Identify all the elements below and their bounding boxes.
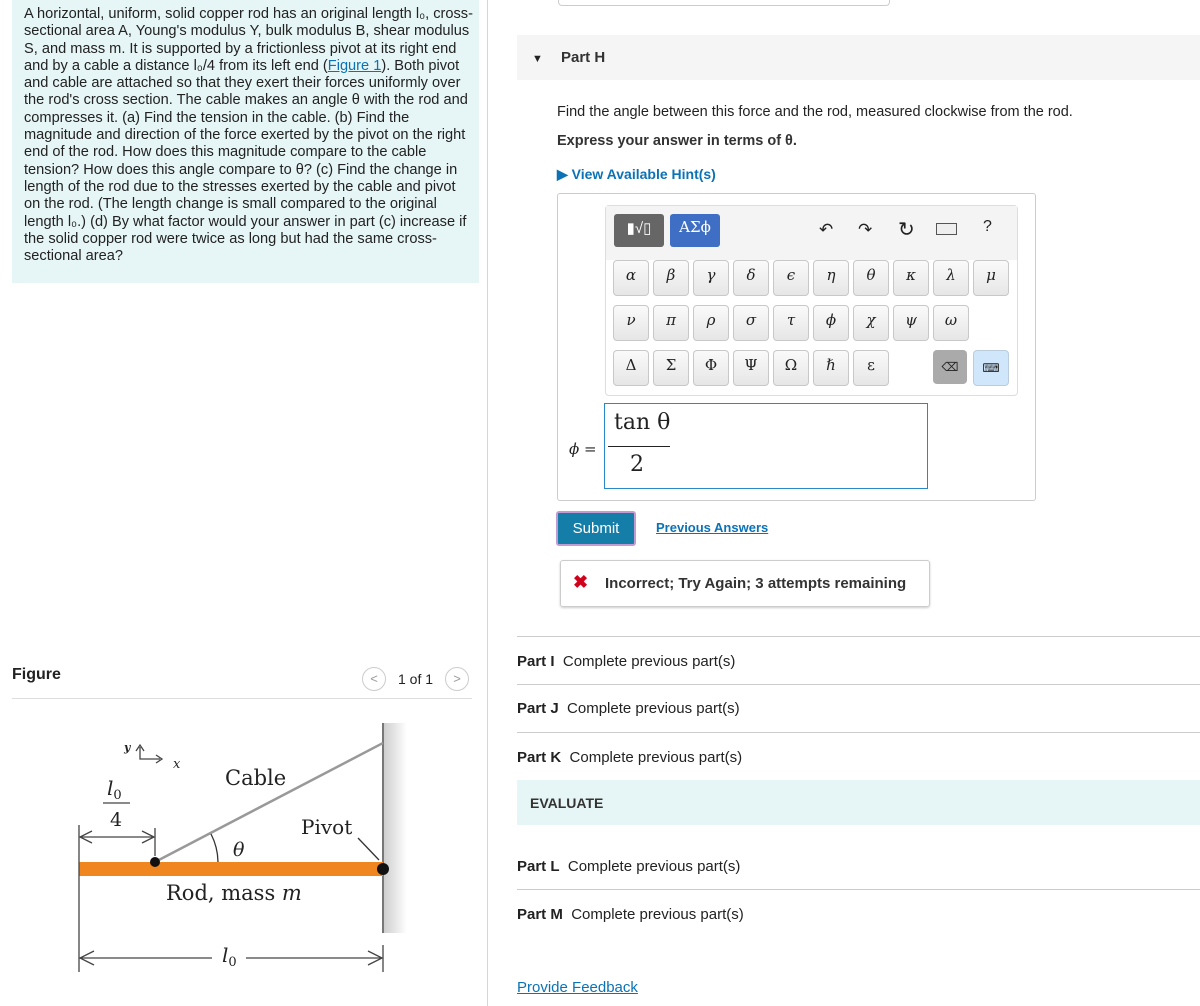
help-icon[interactable]: ? [983, 218, 992, 236]
key-Δ[interactable]: Δ [613, 350, 649, 386]
question-text: Find the angle between this force and th… [557, 104, 1073, 120]
key-λ[interactable]: λ [933, 260, 969, 296]
rod-label: Rod, mass m [166, 881, 302, 905]
cable-line [154, 741, 384, 864]
evaluate-section: EVALUATE [517, 780, 1200, 825]
x-axis-label: x [173, 757, 181, 772]
keyboard-toggle-key[interactable]: ⌨ [973, 350, 1009, 386]
previous-answers-link[interactable]: Previous Answers [656, 520, 768, 535]
part-h-header[interactable]: ▼ Part H [517, 35, 1200, 80]
backspace-key[interactable]: ⌫ [933, 350, 967, 384]
figure-diagram: y x Cable Pivot θ Rod, mass m l0 4 l0 [78, 723, 407, 972]
provide-feedback-link[interactable]: Provide Feedback [517, 979, 638, 996]
denominator: 2 [630, 452, 644, 477]
key-ϵ[interactable]: ϵ [773, 260, 809, 296]
part-h-label: Part H [561, 49, 606, 66]
key-θ[interactable]: θ [853, 260, 889, 296]
key-Σ[interactable]: Σ [653, 350, 689, 386]
key-τ[interactable]: τ [773, 305, 809, 341]
reset-icon[interactable]: ↻ [898, 217, 915, 242]
theta-arc [210, 833, 219, 863]
key-κ[interactable]: κ [893, 260, 929, 296]
key-β[interactable]: β [653, 260, 689, 296]
answer-input[interactable]: tan θ 2 [604, 403, 928, 489]
greek-tab[interactable]: ΑΣϕ [670, 214, 720, 247]
key-α[interactable]: α [613, 260, 649, 296]
cable-attachment [150, 857, 160, 867]
key-σ[interactable]: σ [733, 305, 769, 341]
key-ϕ[interactable]: ϕ [813, 305, 849, 341]
phi-label: ϕ = [569, 440, 597, 458]
key-ψ[interactable]: ψ [893, 305, 929, 341]
l0-quarter-numerator: l0 [107, 776, 122, 803]
pivot-label: Pivot [301, 815, 352, 839]
collapse-icon[interactable]: ▼ [532, 53, 543, 65]
pivot-leader [357, 837, 380, 861]
numerator: tan θ [614, 410, 671, 435]
y-axis-label: y [123, 741, 132, 754]
templates-tab[interactable]: ▮√▯ [614, 214, 664, 247]
part-k[interactable]: Part K Complete previous part(s) [517, 749, 742, 766]
theta-label: θ [233, 839, 245, 861]
key-δ[interactable]: δ [733, 260, 769, 296]
key-Φ[interactable]: Φ [693, 350, 729, 386]
key-η[interactable]: η [813, 260, 849, 296]
key-ω[interactable]: ω [933, 305, 969, 341]
feedback-text: Incorrect; Try Again; 3 attempts remaini… [605, 575, 907, 592]
part-i[interactable]: Part I Complete previous part(s) [517, 653, 735, 670]
submit-button[interactable]: Submit [556, 511, 636, 546]
fraction-bar [608, 446, 670, 447]
key-π[interactable]: π [653, 305, 689, 341]
evaluate-label: EVALUATE [530, 795, 604, 811]
cable-label: Cable [225, 766, 286, 790]
keyboard-icon[interactable] [936, 223, 957, 235]
previous-part-box [558, 0, 890, 6]
express-instructions: Express your answer in terms of θ. [557, 133, 797, 149]
key-γ[interactable]: γ [693, 260, 729, 296]
key-ρ[interactable]: ρ [693, 305, 729, 341]
key-χ[interactable]: χ [853, 305, 889, 341]
hints-toggle[interactable]: ▶ View Available Hint(s) [557, 166, 716, 183]
pivot-point [377, 863, 389, 875]
wall [383, 723, 407, 933]
caret-right-icon: ▶ [557, 166, 572, 182]
axes-icon [135, 743, 164, 764]
rod [79, 862, 383, 876]
l0-quarter-denominator: 4 [110, 809, 122, 831]
undo-icon[interactable]: ↶ [819, 220, 833, 240]
l0-label: l0 [222, 943, 237, 970]
part-j[interactable]: Part J Complete previous part(s) [517, 700, 740, 717]
key-Ω[interactable]: Ω [773, 350, 809, 386]
hints-label: View Available Hint(s) [571, 166, 716, 182]
x-icon: ✖ [573, 572, 589, 592]
symbol-keypad: ▮√▯ ΑΣϕ ↶ ↷ ↻ ? αβγδϵηθκλμ νπρστϕχψω ΔΣΦΨΩ… [605, 205, 1018, 396]
panel-divider[interactable] [487, 0, 488, 1006]
redo-icon[interactable]: ↷ [858, 220, 872, 240]
key-Ψ[interactable]: Ψ [733, 350, 769, 386]
part-l[interactable]: Part L Complete previous part(s) [517, 858, 740, 875]
key-ε[interactable]: ε [853, 350, 889, 386]
part-m[interactable]: Part M Complete previous part(s) [517, 906, 744, 923]
feedback-box: ✖ Incorrect; Try Again; 3 attempts remai… [560, 560, 930, 607]
key-ν[interactable]: ν [613, 305, 649, 341]
key-ℏ[interactable]: ℏ [813, 350, 849, 386]
key-μ[interactable]: μ [973, 260, 1009, 296]
